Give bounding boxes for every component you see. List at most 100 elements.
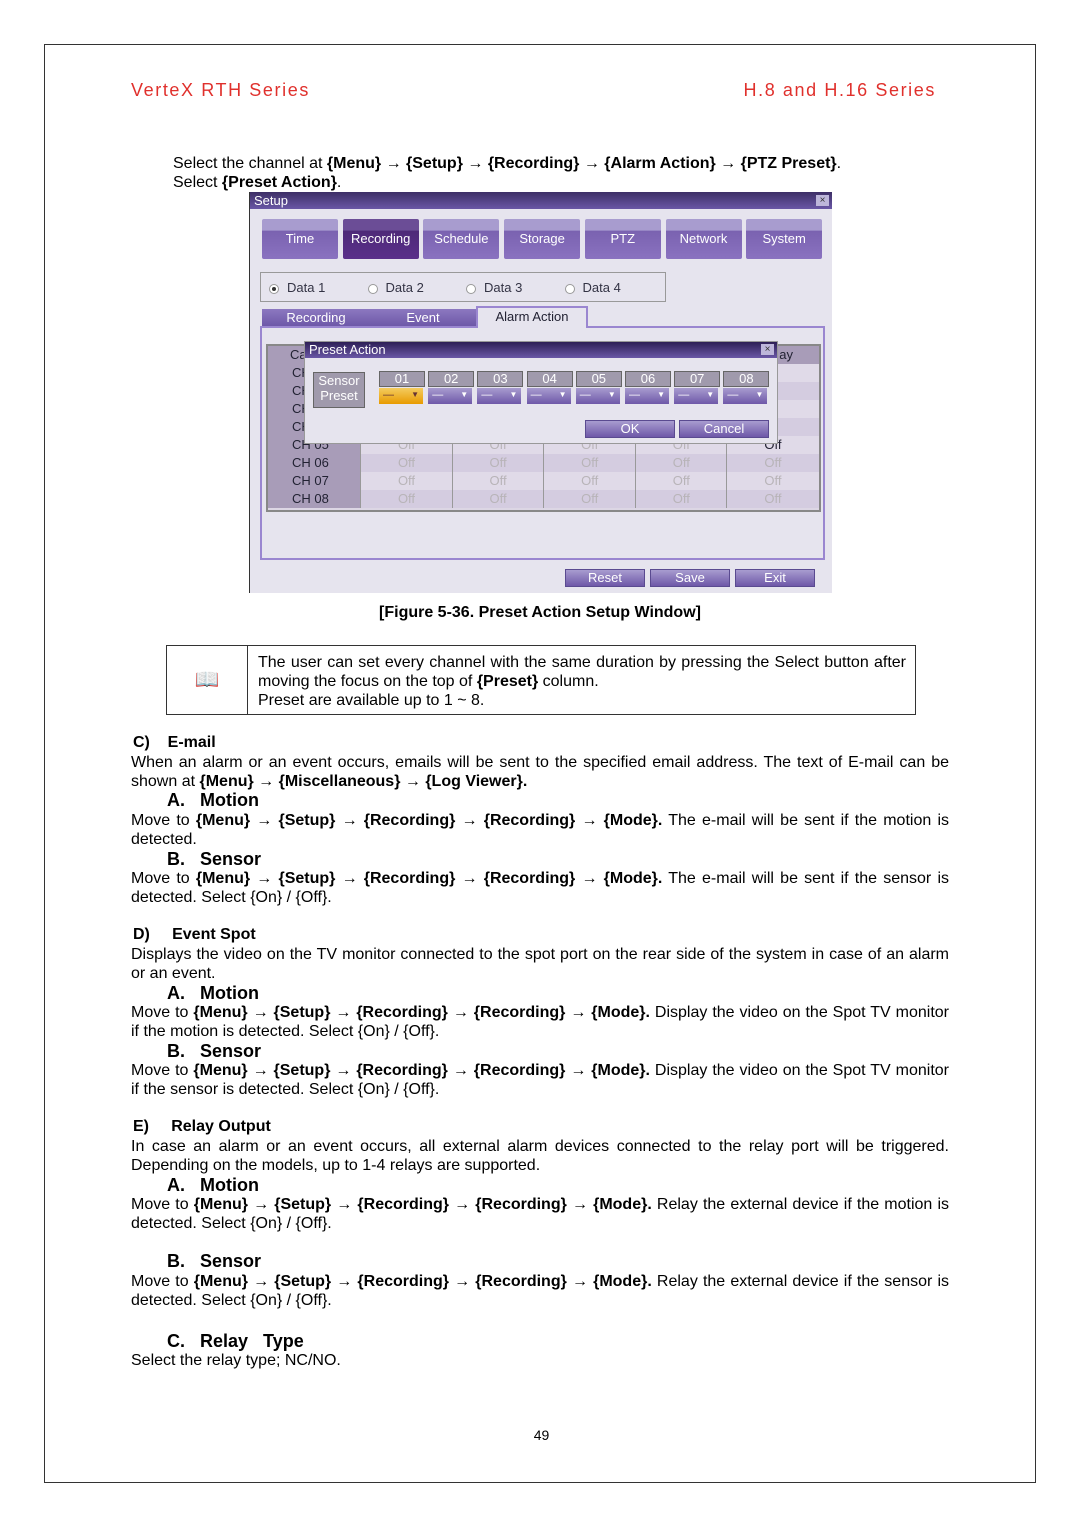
section-e-b-body: Move to {Menu} → {Setup} → {Recording} →… — [131, 1272, 949, 1310]
setup-title-bar: Setup × — [250, 192, 832, 209]
radio-label: Data 3 — [484, 280, 523, 295]
tab-recording[interactable]: Recording — [342, 219, 419, 259]
text-run: {Menu} → {Setup} → {Recording} → {Record… — [195, 812, 663, 829]
section-d-body: Displays the video on the TV monitor con… — [131, 945, 949, 983]
preset-dropdown-01[interactable]: — ▼ — [379, 388, 423, 404]
preset-dropdown-03[interactable]: — ▼ — [477, 388, 522, 404]
channel-label: CH 08 — [268, 490, 360, 508]
off-cell[interactable]: Off — [726, 490, 818, 508]
preset-dropdown-07[interactable]: — ▼ — [674, 388, 719, 404]
off-cell[interactable]: Off — [451, 472, 544, 490]
label-line: Sensor — [318, 373, 360, 388]
radio-label: Data 4 — [582, 280, 621, 295]
dialog-close-icon[interactable]: × — [761, 344, 774, 355]
chevron-down-icon: ▼ — [460, 390, 469, 399]
text-run: Move to — [131, 870, 196, 887]
text-run: Move to — [131, 1273, 194, 1290]
tab-system[interactable]: System — [746, 219, 823, 259]
preset-dropdown-02[interactable]: — ▼ — [428, 388, 473, 404]
chevron-down-icon: ▼ — [607, 390, 616, 399]
subtab-alarm-action[interactable]: Alarm Action — [476, 306, 588, 328]
text-run: {Menu} → {Setup} → {Recording} → {Record… — [195, 870, 663, 887]
section-e-c-body: Select the relay type; NC/NO. — [131, 1351, 949, 1370]
table-row: CH 07 Off Off Off Off Off — [268, 472, 819, 490]
channel-label: CH 06 — [268, 454, 360, 472]
section-d-a-body: Move to {Menu} → {Setup} → {Recording} →… — [131, 1003, 949, 1041]
ok-button[interactable]: OK — [585, 420, 675, 438]
radio-circle-icon — [367, 283, 378, 294]
chevron-down-icon: ▼ — [657, 390, 665, 399]
text-run: → — [462, 155, 488, 172]
setup-window: Setup × Data 1 Data 2 Data 3 Data 4 Ca ay CH … — [249, 192, 832, 593]
close-icon[interactable]: × — [816, 195, 829, 206]
preset-dropdown-08[interactable]: — ▼ — [723, 388, 768, 404]
text-run: {Recording} — [487, 155, 580, 172]
preset-number-06: 06 — [625, 371, 671, 387]
off-cell[interactable]: Off — [360, 490, 452, 508]
chevron-down-icon: ▼ — [558, 390, 567, 399]
channel-label: CH 07 — [268, 472, 360, 490]
radio-label: Data 1 — [287, 280, 326, 295]
off-cell[interactable]: Off — [360, 472, 452, 490]
text-run: Displays the video on the TV monitor con… — [131, 946, 949, 982]
sensor-preset-label: Sensor Preset — [313, 372, 365, 408]
chevron-down-icon: ▼ — [509, 390, 518, 399]
section-d-a-title: A. Motion — [167, 983, 259, 1003]
tab-storage[interactable]: Storage — [504, 219, 581, 259]
text-run: {Setup} — [406, 155, 463, 172]
tab-schedule[interactable]: Schedule — [423, 219, 500, 259]
preset-dropdown-05[interactable]: — ▼ — [575, 388, 620, 404]
radio-data-4[interactable]: Data 4 — [564, 280, 621, 295]
off-cell[interactable]: Off — [451, 454, 544, 472]
header-series-right: H.8 and H.16 Series — [743, 80, 936, 100]
off-cell[interactable]: Off — [543, 454, 635, 472]
off-cell[interactable]: Off — [543, 472, 635, 490]
section-e-a-title: A. Motion — [167, 1175, 259, 1195]
text-run: Move to — [131, 1004, 194, 1021]
preset-number-08: 08 — [723, 371, 770, 387]
subtab-recording[interactable]: Recording — [262, 309, 370, 326]
off-cell[interactable]: Off — [634, 454, 727, 472]
off-cell[interactable]: Off — [634, 472, 727, 490]
reset-button[interactable]: Reset — [565, 569, 645, 587]
off-cell[interactable]: Off — [543, 490, 635, 508]
cancel-button[interactable]: Cancel — [679, 420, 769, 438]
page-number: 49 — [533, 1427, 550, 1443]
text-run: Move to — [131, 812, 196, 829]
preset-dropdown-06[interactable]: — ▼ — [625, 388, 669, 404]
off-cell[interactable]: Off — [451, 490, 544, 508]
note-line: The user can set every channel with the … — [258, 653, 906, 691]
dropdown-value: — — [481, 389, 493, 401]
window-title: Setup — [254, 193, 288, 208]
text-run: In case an alarm or an event occurs, all… — [131, 1138, 949, 1174]
radio-data-1[interactable]: Data 1 — [269, 280, 325, 295]
text-run: {Menu} → {Setup} → {Recording} → {Record… — [193, 1062, 650, 1079]
radio-data-2[interactable]: Data 2 — [367, 280, 424, 295]
text-run: {Alarm Action} — [604, 155, 716, 172]
intro-text: Select the channel at {Menu} → {Setup} →… — [173, 154, 991, 192]
table-row: CH 06 Off Off Off Off Off — [268, 454, 819, 472]
radio-data-3[interactable]: Data 3 — [466, 280, 522, 295]
save-button[interactable]: Save — [650, 569, 730, 587]
off-cell[interactable]: Off — [360, 454, 452, 472]
section-d-b-title: B. Sensor — [167, 1041, 262, 1061]
preset-action-dialog: Preset Action × Sensor Preset OK Cancel 0… — [304, 341, 778, 444]
preset-dropdown-04[interactable]: — ▼ — [526, 388, 571, 404]
exit-button[interactable]: Exit — [735, 569, 815, 587]
text-run: column. — [538, 673, 599, 690]
radio-circle-icon — [466, 283, 476, 294]
subtab-event[interactable]: Event — [370, 309, 476, 326]
preset-number-05: 05 — [575, 371, 622, 387]
tab-time[interactable]: Time — [262, 219, 338, 259]
off-cell[interactable]: Off — [726, 472, 818, 490]
off-cell[interactable]: Off — [726, 454, 818, 472]
text-run: → — [579, 155, 605, 172]
tab-ptz[interactable]: PTZ — [584, 219, 661, 259]
section-c-a-title: A. Motion — [167, 790, 259, 810]
text-run: Select the relay type; NC/NO. — [131, 1352, 341, 1369]
text-run: . — [336, 174, 342, 191]
off-cell[interactable]: Off — [634, 490, 727, 508]
tab-network[interactable]: Network — [665, 219, 742, 259]
section-c-title: C) E-mail — [133, 734, 216, 751]
dropdown-value: — — [727, 389, 739, 401]
